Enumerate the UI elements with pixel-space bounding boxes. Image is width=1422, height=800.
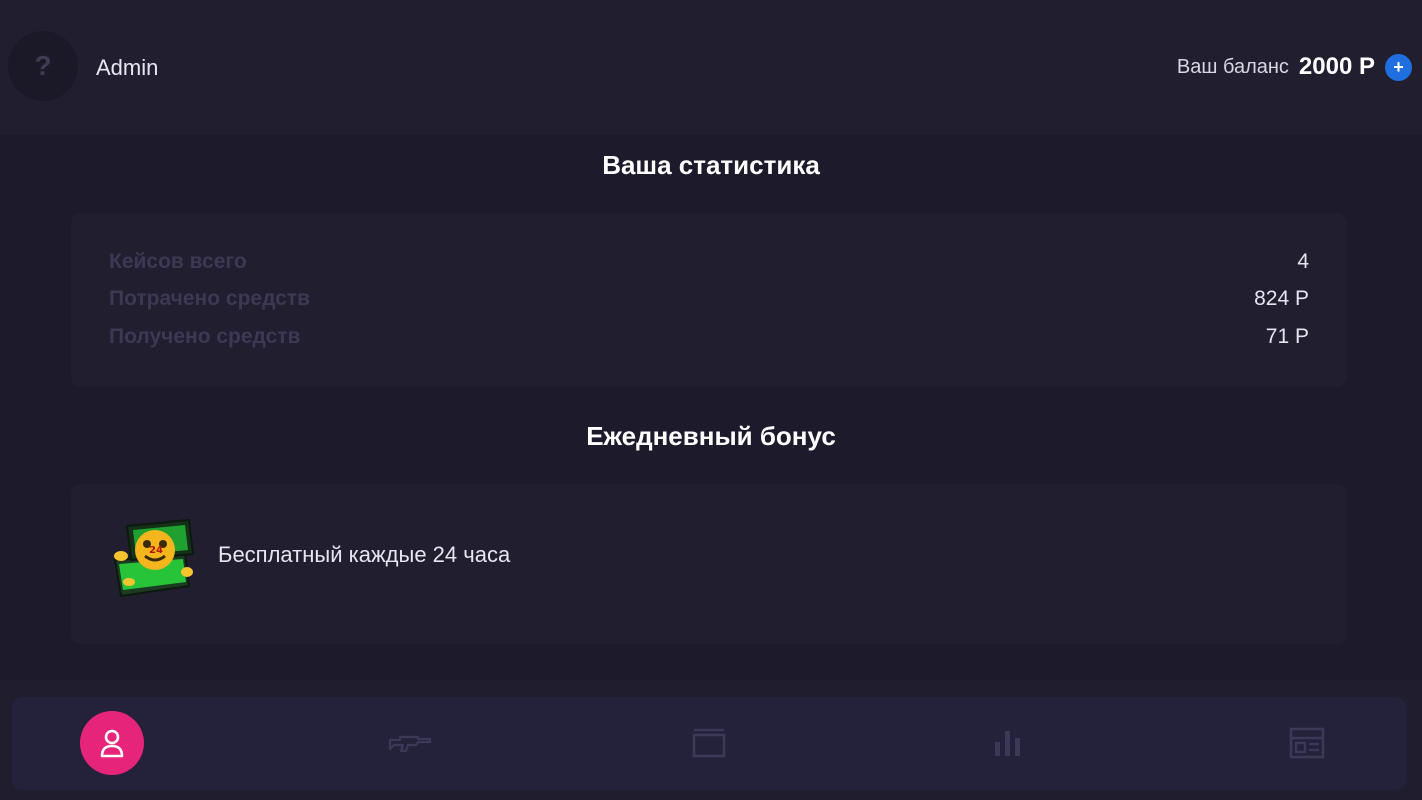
nav-stats[interactable]	[976, 711, 1040, 775]
plus-icon: +	[1393, 57, 1404, 77]
svg-text:24: 24	[149, 545, 163, 556]
stat-row-cases: Кейсов всего 4	[109, 247, 1309, 277]
stat-value: 824 Р	[1254, 287, 1309, 310]
case-icon	[692, 728, 726, 758]
username: Admin	[96, 55, 159, 80]
add-funds-button[interactable]: +	[1385, 53, 1412, 81]
balance-value: 2000 Р	[1298, 53, 1375, 80]
bonus-title: Ежедневный бонус	[586, 421, 836, 451]
stat-label: Кейсов всего	[109, 250, 247, 273]
nav-weapons[interactable]	[378, 711, 442, 775]
stats-card: Кейсов всего 4 Потрачено средств 824 Р П…	[71, 213, 1347, 387]
stat-label: Получено средств	[109, 325, 301, 348]
stat-label: Потрачено средств	[109, 287, 310, 310]
rifle-icon	[388, 735, 432, 753]
nav-profile[interactable]	[80, 711, 144, 775]
daily-bonus-card[interactable]: 24 Бесплатный каждые 24 часа	[71, 484, 1347, 644]
bonus-description: Бесплатный каждые 24 часа	[218, 542, 511, 567]
profile-header: ? Admin Ваш баланс 2000 Р +	[0, 0, 1422, 135]
stat-row-received: Получено средств 71 Р	[109, 322, 1309, 352]
stat-value: 71 Р	[1265, 325, 1309, 348]
avatar[interactable]: ?	[8, 31, 78, 101]
bonus-case-icon: 24	[113, 518, 195, 598]
balance-label: Ваш баланс	[1176, 55, 1289, 78]
user-icon	[100, 729, 124, 758]
stat-row-spent: Потрачено средств 824 Р	[109, 284, 1309, 314]
stat-value: 4	[1297, 250, 1309, 273]
panel-icon	[1289, 727, 1325, 759]
stats-title: Ваша статистика	[602, 150, 820, 180]
nav-panel[interactable]	[1275, 711, 1339, 775]
nav-cases[interactable]	[677, 711, 741, 775]
balance: Ваш баланс 2000 Р +	[1177, 51, 1412, 83]
bottom-nav	[12, 697, 1406, 790]
profile-page: ? Admin Ваш баланс 2000 Р + Ваша статист…	[0, 0, 1422, 800]
bar-chart-icon	[995, 731, 1020, 756]
question-mark-icon: ?	[34, 50, 52, 81]
